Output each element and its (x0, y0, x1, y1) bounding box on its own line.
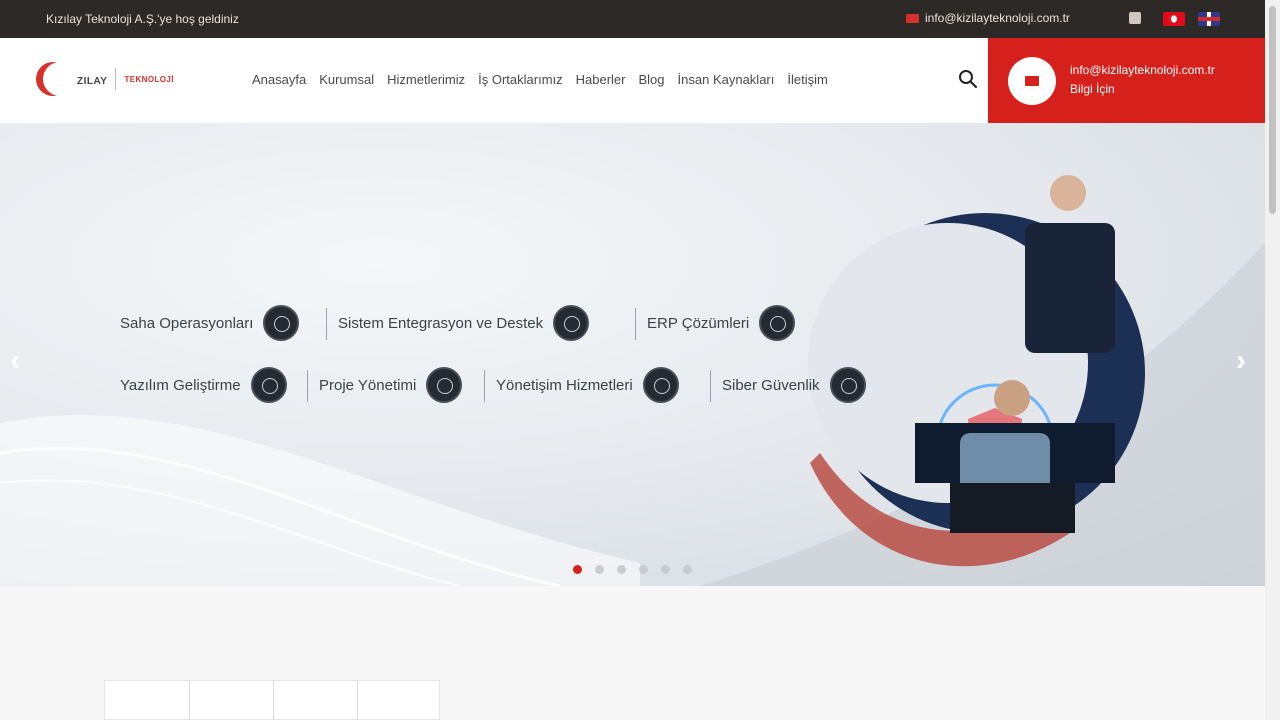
nav-item-kurumsal[interactable]: Kurumsal (319, 72, 374, 87)
governance-icon (642, 367, 679, 403)
topbar-email-link[interactable]: info@kizilayteknoloji.com.tr (906, 11, 1070, 25)
nav-item-haberler[interactable]: Haberler (576, 72, 626, 87)
contact-email[interactable]: info@kizilayteknoloji.com.tr (1070, 63, 1215, 77)
page: Kızılay Teknoloji A.Ş.'ye hoş geldiniz i… (0, 0, 1280, 720)
service-divider (307, 370, 308, 402)
service-divider (710, 370, 711, 402)
nav-item-iletisim[interactable]: İletişim (787, 72, 827, 87)
field-operations-icon (263, 305, 300, 341)
site-logo[interactable]: KIZILAY TEKNOLOJİ (36, 60, 174, 98)
service-label: Sistem Entegrasyon ve Destek (338, 314, 544, 332)
service-divider (326, 308, 327, 340)
service-yazilim-gelistirme[interactable]: Yazılım Geliştirme (120, 367, 287, 403)
welcome-text: Kızılay Teknoloji A.Ş.'ye hoş geldiniz (46, 12, 239, 26)
nav-item-blog[interactable]: Blog (639, 72, 665, 87)
nav-item-hizmetlerimiz[interactable]: Hizmetlerimiz (387, 72, 465, 87)
site-header: KIZILAY TEKNOLOJİ Anasayfa Kurumsal Hizm… (0, 38, 1265, 123)
service-yonetisim-hizmetleri[interactable]: Yönetişim Hizmetleri (496, 367, 679, 403)
service-label: ERP Çözümleri (647, 314, 750, 332)
nav-item-insan-kaynaklari[interactable]: İnsan Kaynakları (678, 72, 775, 87)
service-sistem-entegrasyon[interactable]: Sistem Entegrasyon ve Destek (338, 305, 590, 341)
system-integration-icon (553, 305, 590, 341)
service-label: Proje Yönetimi (319, 376, 417, 394)
nav-item-anasayfa[interactable]: Anasayfa (252, 72, 306, 87)
slider-dot[interactable] (683, 565, 692, 574)
service-list: Saha Operasyonları Sistem Entegrasyon ve… (0, 123, 1265, 586)
envelope-icon (906, 13, 919, 23)
logo-sub: TEKNOLOJİ (124, 74, 174, 84)
cyber-security-icon (829, 367, 866, 403)
service-proje-yonetimi[interactable]: Proje Yönetimi (319, 367, 463, 403)
service-label: Yönetişim Hizmetleri (496, 376, 633, 394)
service-divider (484, 370, 485, 402)
service-siber-guvenlik[interactable]: Siber Güvenlik (722, 367, 866, 403)
project-management-icon (426, 367, 463, 403)
service-erp-cozumleri[interactable]: ERP Çözümleri (647, 305, 796, 341)
service-label: Yazılım Geliştirme (120, 376, 241, 394)
slider-dot[interactable] (573, 565, 582, 574)
main-nav: Anasayfa Kurumsal Hizmetlerimiz İş Ortak… (252, 72, 828, 87)
social-icon[interactable] (1129, 12, 1141, 24)
flag-uk-icon[interactable] (1198, 12, 1220, 26)
software-dev-icon (250, 367, 287, 403)
service-label: Siber Güvenlik (722, 376, 820, 394)
slider-dot[interactable] (639, 565, 648, 574)
erp-icon (759, 305, 796, 341)
topbar-email-text: info@kizilayteknoloji.com.tr (925, 11, 1070, 25)
section-image (104, 680, 440, 720)
service-label: Saha Operasyonları (120, 314, 254, 332)
contact-envelope-icon (1008, 57, 1056, 105)
search-icon[interactable] (958, 69, 978, 89)
logo-divider (115, 68, 117, 90)
flag-tr-icon[interactable] (1163, 12, 1185, 26)
crescent-logo-icon (36, 60, 77, 98)
top-bar: Kızılay Teknoloji A.Ş.'ye hoş geldiniz i… (0, 0, 1265, 38)
hero-slider: Saha Operasyonları Sistem Entegrasyon ve… (0, 123, 1265, 586)
page-scrollbar[interactable] (1265, 0, 1280, 720)
contact-subtitle: Bilgi İçin (1070, 82, 1115, 96)
slider-pagination (573, 565, 692, 574)
slider-dot[interactable] (595, 565, 604, 574)
scrollbar-thumb[interactable] (1269, 6, 1276, 214)
service-divider (635, 308, 636, 340)
slider-next-arrow-icon[interactable]: › (1236, 344, 1246, 378)
contact-box[interactable]: info@kizilayteknoloji.com.tr Bilgi İçin (988, 38, 1265, 123)
service-saha-operasyonlari[interactable]: Saha Operasyonları (120, 305, 300, 341)
nav-item-is-ortaklarimiz[interactable]: İş Ortaklarımız (478, 72, 563, 87)
slider-dot[interactable] (617, 565, 626, 574)
content-section (0, 586, 1265, 720)
slider-prev-arrow-icon[interactable]: ‹ (10, 344, 20, 378)
slider-dot[interactable] (661, 565, 670, 574)
